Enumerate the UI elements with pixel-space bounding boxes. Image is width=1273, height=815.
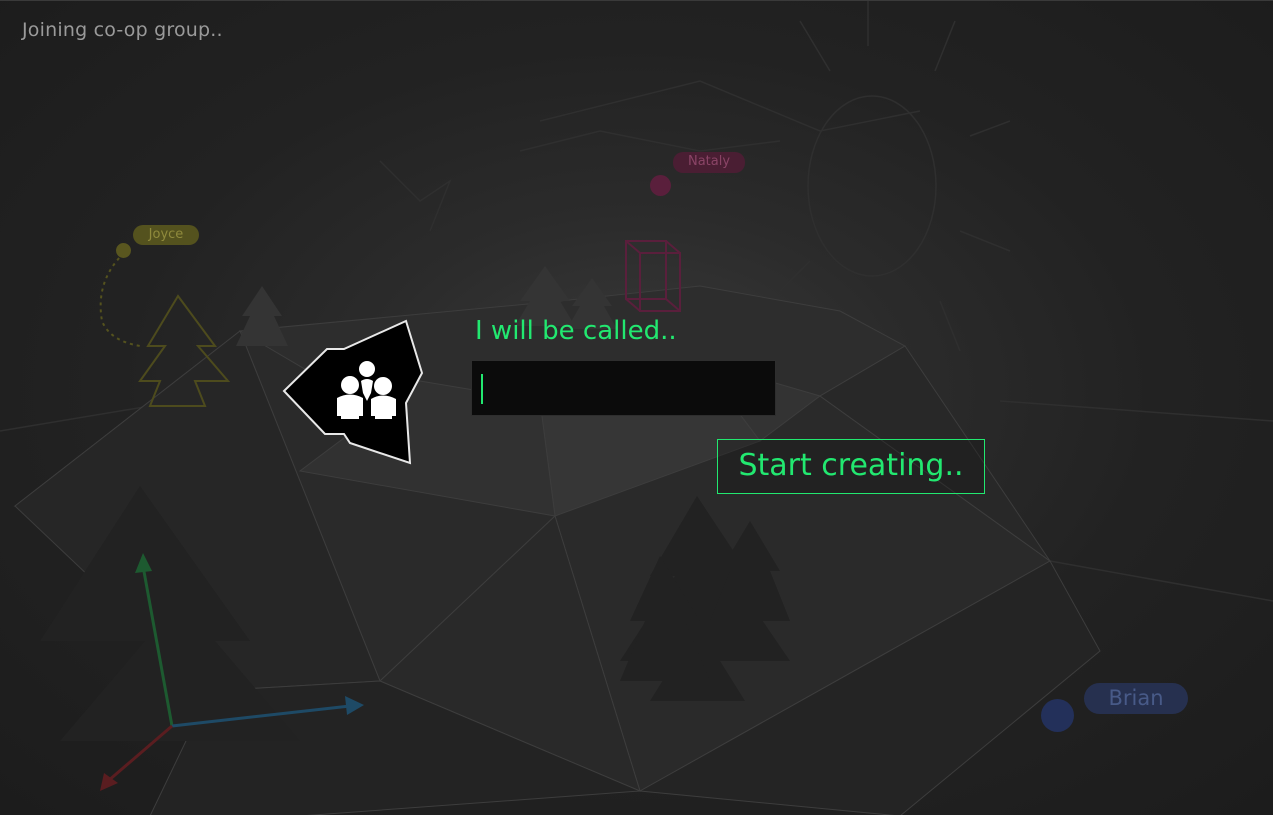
status-text: Joining co-op group.. <box>22 19 223 41</box>
start-creating-button[interactable]: Start creating.. <box>717 439 985 494</box>
group-icon <box>282 319 424 465</box>
text-caret <box>481 374 483 404</box>
brian-cursor <box>1041 699 1074 732</box>
stage: Joining co-op group.. Joyce Nataly Brian… <box>0 0 1273 815</box>
name-input[interactable] <box>471 360 776 416</box>
nataly-cursor <box>650 175 671 196</box>
collaborator-tag-nataly: Nataly <box>673 152 745 173</box>
name-prompt-label: I will be called.. <box>475 316 677 346</box>
collaborator-tag-brian: Brian <box>1084 683 1188 714</box>
joyce-cursor <box>116 243 131 258</box>
joyce-dotted-path <box>99 252 141 347</box>
collaborator-tag-joyce: Joyce <box>133 225 199 245</box>
